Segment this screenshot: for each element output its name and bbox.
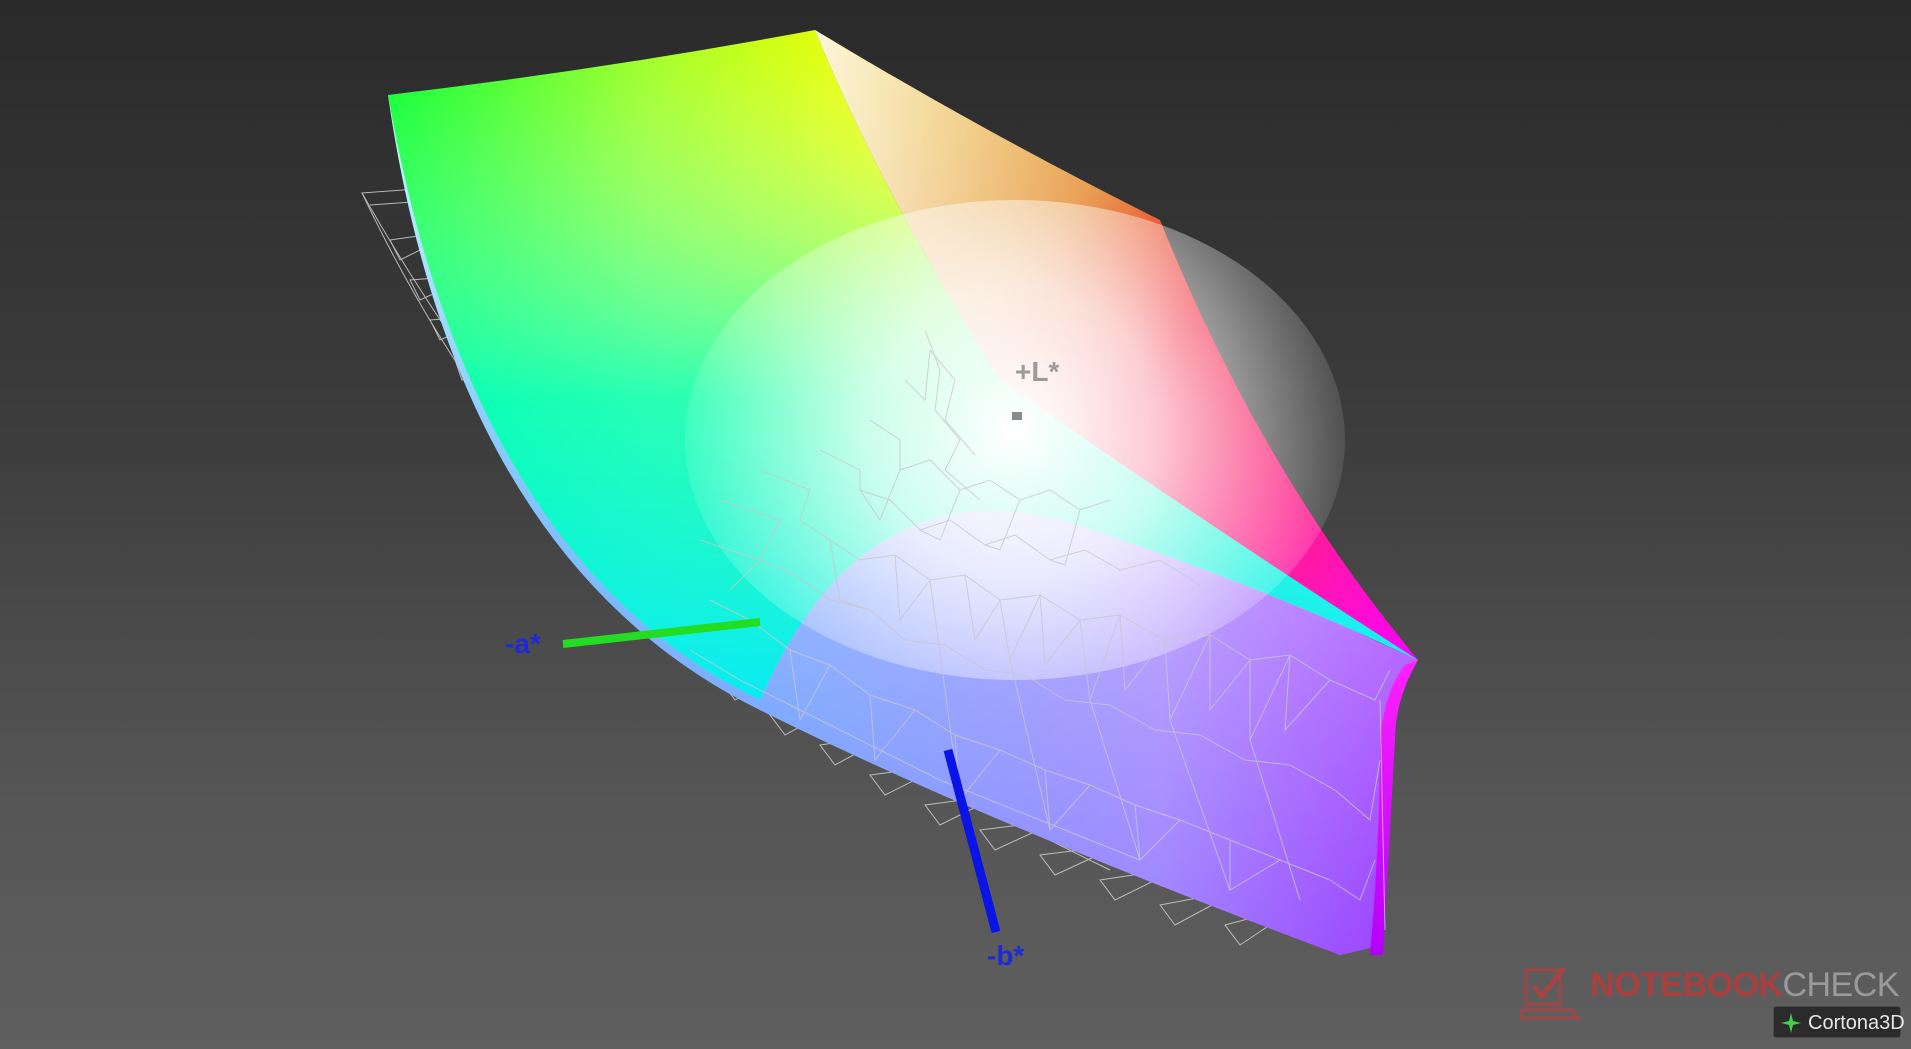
a-axis-label: -a* — [505, 628, 541, 659]
cortona3d-label: Cortona3D — [1808, 1012, 1905, 1034]
laptop-check-icon — [1520, 966, 1581, 1020]
3d-viewport[interactable]: -a* -b* +L* NOTEBOOKCHECK Cortona3D — [0, 0, 1911, 1049]
notebookcheck-watermark: NOTEBOOKCHECK Cortona3D — [1520, 962, 1905, 1042]
color-gamut-scene — [361, 30, 1418, 955]
cortona-star-icon — [1781, 1013, 1801, 1033]
white-point-glow — [685, 200, 1345, 680]
brand-name-part1: NOTEBOOK — [1590, 966, 1783, 1004]
l-axis-marker — [1012, 412, 1022, 420]
brand-name-part2: CHECK — [1782, 966, 1899, 1004]
brand-name: NOTEBOOKCHECK — [1590, 966, 1899, 1005]
cortona3d-badge[interactable]: Cortona3D — [1773, 1006, 1905, 1038]
b-axis-label: -b* — [987, 940, 1025, 971]
l-axis-label: +L* — [1015, 356, 1060, 387]
